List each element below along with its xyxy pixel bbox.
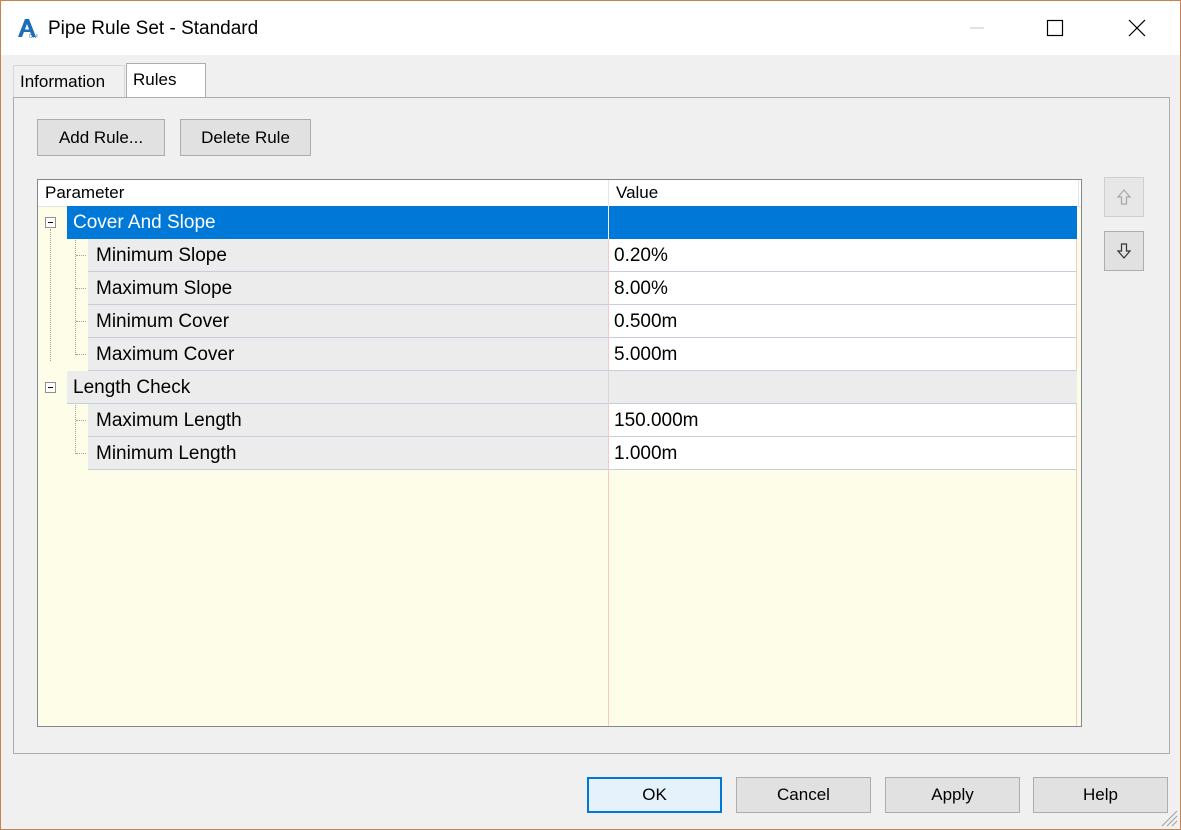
grid-header: Parameter Value	[38, 180, 1081, 207]
value-text[interactable]: 0.20%	[614, 239, 668, 272]
tree-branch	[76, 354, 86, 355]
group-label: Cover And Slope	[73, 212, 216, 233]
value-cell[interactable]	[609, 305, 1076, 338]
move-up-button[interactable]	[1104, 177, 1144, 217]
group-row-length-check[interactable]: Length Check	[38, 371, 1078, 404]
header-parameter[interactable]: Parameter	[45, 180, 124, 206]
table-row[interactable]: Maximum Length 150.000m	[38, 404, 1078, 437]
parameter-label: Maximum Length	[96, 410, 242, 431]
value-cell[interactable]	[609, 239, 1076, 272]
table-row[interactable]: Maximum Cover 5.000m	[38, 338, 1078, 371]
close-button[interactable]	[1107, 1, 1167, 55]
tab-rules[interactable]: Rules	[126, 63, 206, 97]
tree-branch	[76, 420, 86, 421]
table-row[interactable]: Maximum Slope 8.00%	[38, 272, 1078, 305]
header-value[interactable]: Value	[616, 180, 658, 206]
value-text[interactable]: 0.500m	[614, 305, 677, 338]
resize-grip-icon[interactable]	[1158, 807, 1178, 827]
ok-button[interactable]: OK	[587, 777, 722, 813]
svg-text:CIVIL: CIVIL	[29, 34, 38, 39]
rules-grid[interactable]: Parameter Value Cover And Slope Minimum …	[37, 179, 1082, 727]
delete-rule-button[interactable]: Delete Rule	[180, 119, 311, 156]
table-row[interactable]: Minimum Cover 0.500m	[38, 305, 1078, 338]
selection-divider	[608, 206, 609, 239]
value-text[interactable]: 8.00%	[614, 272, 668, 305]
arrow-up-icon	[1116, 189, 1132, 205]
maximize-icon	[1046, 19, 1064, 37]
cancel-button[interactable]: Cancel	[736, 777, 871, 813]
parameter-label: Minimum Cover	[96, 311, 230, 332]
value-text[interactable]: 5.000m	[614, 338, 677, 371]
apply-button[interactable]: Apply	[885, 777, 1020, 813]
tree-branch	[76, 255, 86, 256]
tree-branch	[76, 453, 86, 454]
value-text[interactable]: 150.000m	[614, 404, 699, 437]
parameter-label: Minimum Slope	[96, 245, 227, 266]
minimize-button[interactable]	[947, 1, 1007, 55]
help-button[interactable]: Help	[1033, 777, 1168, 813]
value-cell[interactable]	[609, 338, 1076, 371]
arrow-down-icon	[1116, 243, 1132, 259]
collapse-icon[interactable]	[45, 217, 56, 228]
tree-branch	[76, 321, 86, 322]
value-cell[interactable]	[609, 272, 1076, 305]
table-row[interactable]: Minimum Length 1.000m	[38, 437, 1078, 470]
group-row-cover-and-slope[interactable]: Cover And Slope	[38, 206, 1078, 239]
parameter-label: Maximum Cover	[96, 344, 235, 365]
dialog-window: CIVIL Pipe Rule Set - Standard Informati…	[0, 0, 1181, 830]
selection-highlight	[67, 206, 1077, 239]
move-down-button[interactable]	[1104, 231, 1144, 271]
autocad-civil3d-icon: CIVIL	[18, 19, 38, 39]
tree-branch	[76, 288, 86, 289]
title-bar[interactable]: CIVIL Pipe Rule Set - Standard	[1, 1, 1180, 55]
header-end-divider	[1078, 180, 1079, 206]
header-divider[interactable]	[608, 180, 609, 206]
value-text[interactable]: 1.000m	[614, 437, 677, 470]
value-cell[interactable]	[609, 437, 1076, 470]
parameter-label: Maximum Slope	[96, 278, 233, 299]
add-rule-button[interactable]: Add Rule...	[37, 119, 165, 156]
close-icon	[1128, 19, 1146, 37]
window-title: Pipe Rule Set - Standard	[48, 18, 259, 39]
group-label: Length Check	[73, 377, 191, 398]
tab-information[interactable]: Information	[13, 65, 125, 97]
collapse-icon[interactable]	[45, 382, 56, 393]
group-divider	[608, 371, 609, 404]
group-cell	[67, 371, 1077, 404]
parameter-label: Minimum Length	[96, 443, 237, 464]
minimize-icon	[970, 27, 984, 29]
maximize-button[interactable]	[1025, 1, 1085, 55]
table-row[interactable]: Minimum Slope 0.20%	[38, 239, 1078, 272]
